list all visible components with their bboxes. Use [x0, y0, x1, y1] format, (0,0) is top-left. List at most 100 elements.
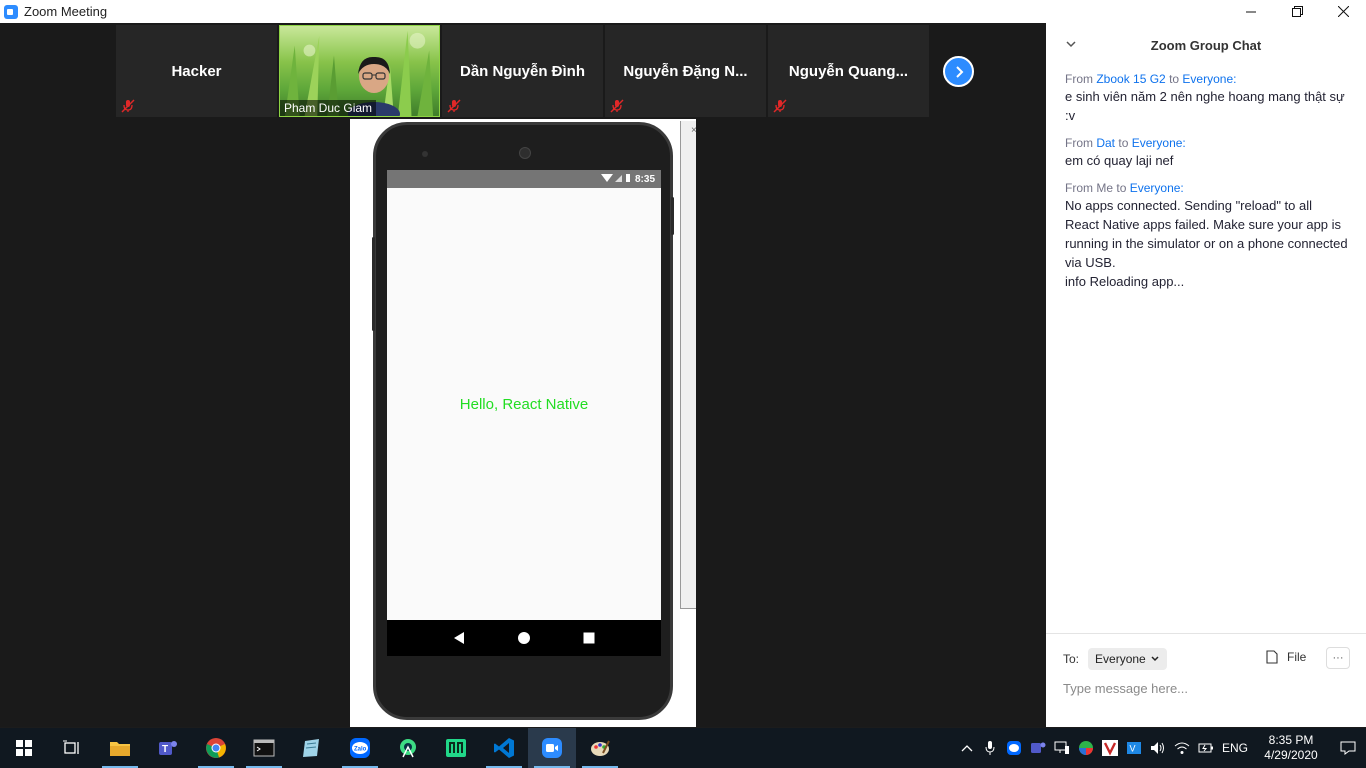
- microphone-icon: [985, 741, 995, 755]
- participant-name: Nguyễn Quang...: [788, 62, 909, 80]
- next-participants-button[interactable]: [943, 56, 974, 87]
- window-controls: [1228, 0, 1366, 23]
- sender-name: Me: [1096, 181, 1114, 195]
- participant-tile[interactable]: Dần Nguyễn Đình: [442, 25, 604, 117]
- recipient-name[interactable]: Everyone:: [1130, 181, 1184, 195]
- sender-name[interactable]: Zbook 15 G2: [1096, 72, 1165, 86]
- teams-icon: T: [159, 741, 177, 755]
- recipient-value: Everyone: [1095, 652, 1146, 666]
- mic-muted-icon: [121, 99, 135, 113]
- chat-message: From Me to Everyone: No apps connected. …: [1065, 180, 1348, 291]
- participant-tile[interactable]: Nguyễn Quang...: [768, 25, 930, 117]
- task-view-icon: [63, 740, 79, 754]
- recents-icon[interactable]: [582, 631, 596, 645]
- v-app-icon: [1102, 740, 1118, 756]
- phone-nav-bar: [387, 620, 661, 656]
- taskbar-zalo[interactable]: Zalo: [336, 728, 384, 768]
- message-input[interactable]: [1063, 678, 1348, 698]
- participant-tile[interactable]: Nguyễn Đặng N...: [605, 25, 767, 117]
- phone-power-button: [671, 197, 674, 235]
- taskbar-app-m[interactable]: [432, 728, 480, 768]
- tray-network[interactable]: [1170, 728, 1194, 768]
- file-icon: [1266, 650, 1278, 664]
- task-view-button[interactable]: [48, 728, 96, 768]
- phone-time: 8:35: [634, 173, 655, 185]
- chevron-down-icon: [1151, 656, 1159, 662]
- app-content: Hello, React Native: [387, 188, 661, 620]
- message-meta: From Zbook 15 G2 to Everyone:: [1065, 71, 1348, 87]
- tray-power[interactable]: [1194, 728, 1218, 768]
- participant-name: Nguyễn Đặng N...: [623, 62, 748, 80]
- tray-vivaldi[interactable]: [1098, 728, 1122, 768]
- taskbar-chrome[interactable]: [192, 728, 240, 768]
- hello-text: Hello, React Native: [459, 395, 589, 413]
- taskbar-vscode[interactable]: [480, 728, 528, 768]
- tray-teams[interactable]: [1026, 728, 1050, 768]
- tray-zalo[interactable]: [1002, 728, 1026, 768]
- more-options-button[interactable]: ···: [1326, 647, 1350, 669]
- emulator-close-mark[interactable]: ×: [691, 125, 697, 136]
- emulator-side-panel: ×: [680, 121, 697, 609]
- notifications-button[interactable]: [1330, 728, 1366, 768]
- participant-video-tile[interactable]: Pham Duc Giam: [279, 25, 441, 117]
- phone-camera: [519, 147, 531, 159]
- chat-footer: To: Everyone File ···: [1046, 633, 1366, 727]
- clock-time: 8:35 PM: [1268, 733, 1314, 747]
- wifi-icon: [1174, 742, 1190, 754]
- language-indicator[interactable]: ENG: [1218, 728, 1252, 768]
- back-icon[interactable]: [452, 631, 466, 645]
- taskbar-android-studio[interactable]: [384, 728, 432, 768]
- sender-name[interactable]: Dat: [1096, 136, 1115, 150]
- close-icon: [1337, 6, 1349, 17]
- chevron-up-icon: [961, 745, 973, 752]
- tray-colorful-app[interactable]: [1074, 728, 1098, 768]
- phone-status-bar: 8:35: [387, 170, 661, 188]
- status-icons: [600, 173, 631, 186]
- taskbar-paint[interactable]: [576, 728, 624, 768]
- to-label: to: [1116, 181, 1127, 195]
- start-button[interactable]: [0, 728, 48, 768]
- show-hidden-icons-button[interactable]: [956, 728, 978, 768]
- taskbar-terminal[interactable]: [240, 728, 288, 768]
- participant-name: Hacker: [171, 62, 222, 80]
- svg-text:Zalo: Zalo: [354, 747, 367, 753]
- zalo-icon: [1007, 741, 1021, 755]
- tray-display[interactable]: [1050, 728, 1074, 768]
- to-label: To:: [1063, 652, 1080, 666]
- chat-header: Zoom Group Chat: [1046, 23, 1366, 67]
- keyboard-input-icon: V: [1127, 742, 1141, 754]
- android-studio-icon: [400, 739, 416, 758]
- close-button[interactable]: [1320, 0, 1366, 23]
- home-icon[interactable]: [517, 631, 531, 645]
- clock[interactable]: 8:35 PM 4/29/2020: [1252, 728, 1330, 768]
- phone-volume-button: [372, 237, 375, 331]
- taskbar-file-explorer[interactable]: [96, 728, 144, 768]
- zalo-icon: Zalo: [350, 738, 370, 758]
- zoom-icon: [542, 738, 562, 758]
- participant-tile[interactable]: Hacker: [116, 25, 277, 117]
- vscode-icon: [494, 738, 514, 758]
- color-wheel-icon: [1079, 741, 1093, 755]
- chevron-down-icon[interactable]: [1064, 37, 1078, 51]
- shared-screen: × 8:35 Hello, React Native: [350, 119, 697, 727]
- recipient-name[interactable]: Everyone:: [1182, 72, 1236, 86]
- app-m-icon: [446, 739, 466, 757]
- tray-microphone[interactable]: [978, 728, 1002, 768]
- recipient-name[interactable]: Everyone:: [1132, 136, 1186, 150]
- folder-icon: [110, 742, 130, 756]
- taskbar-notepad[interactable]: [288, 728, 336, 768]
- tray-volume[interactable]: [1146, 728, 1170, 768]
- file-button[interactable]: File: [1266, 650, 1306, 664]
- recipient-dropdown[interactable]: Everyone: [1088, 648, 1167, 670]
- message-text: No apps connected. Sending "reload" to a…: [1065, 198, 1348, 289]
- minimize-button[interactable]: [1228, 0, 1274, 23]
- restore-button[interactable]: [1274, 0, 1320, 23]
- taskbar-teams[interactable]: T: [144, 728, 192, 768]
- message-meta: From Dat to Everyone:: [1065, 135, 1348, 151]
- tray-ime[interactable]: V: [1122, 728, 1146, 768]
- from-label: From: [1065, 181, 1093, 195]
- mic-muted-icon: [773, 99, 787, 113]
- message-meta: From Me to Everyone:: [1065, 180, 1348, 196]
- taskbar-zoom[interactable]: [528, 728, 576, 768]
- taskbar: T Zalo V ENG 8:35 PM 4/29/2020: [0, 728, 1366, 768]
